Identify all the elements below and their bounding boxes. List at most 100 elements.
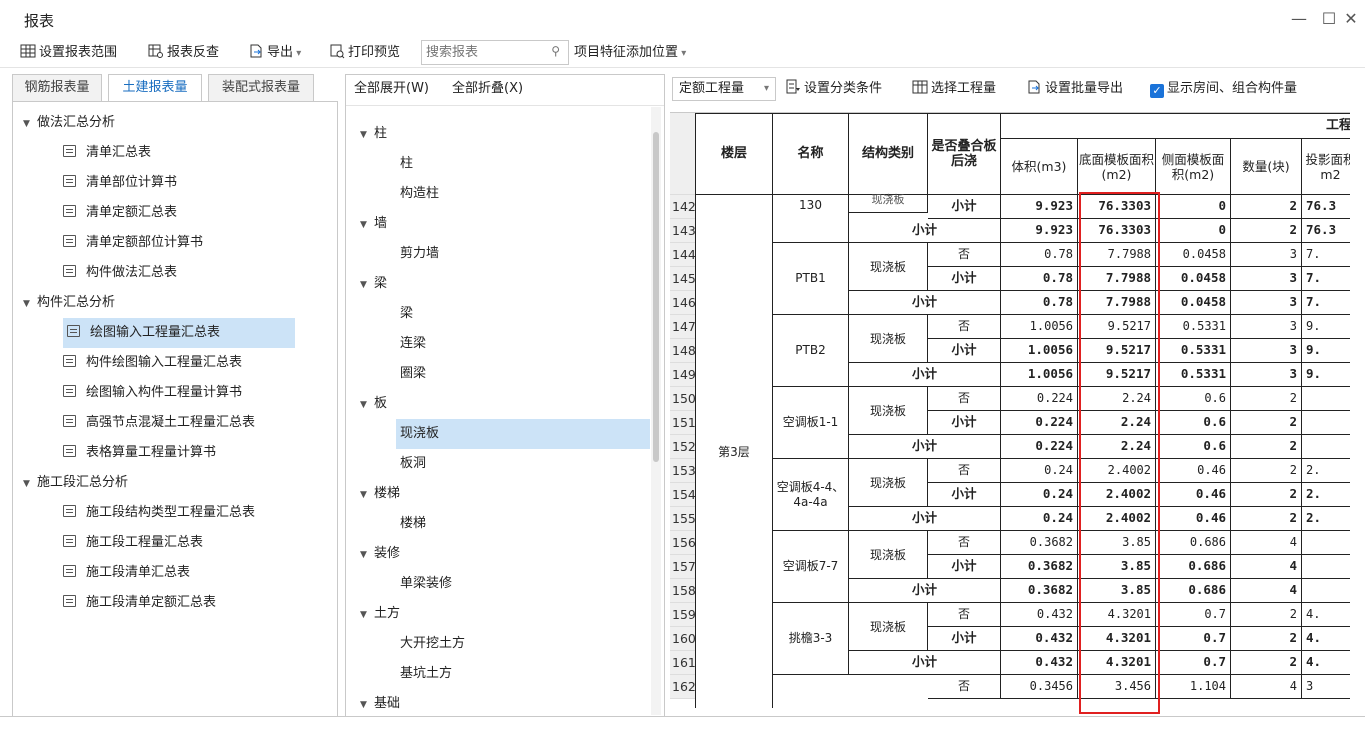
table-select-icon — [912, 80, 928, 94]
chevron-down-icon[interactable]: ▼ — [360, 540, 374, 570]
quantity-cell: 2 — [1231, 411, 1302, 435]
tree-item-report[interactable]: 构件做法汇总表 — [63, 258, 177, 288]
document-icon — [63, 355, 76, 367]
document-icon — [63, 535, 76, 547]
search-icon[interactable]: ⚲ — [551, 44, 560, 58]
component-group[interactable]: ▼ 柱 — [360, 119, 387, 149]
header-col-4: 体积(m3) — [1001, 139, 1078, 195]
tree-item-report[interactable]: 清单部位计算书 — [63, 168, 177, 198]
quantity-cell: 2 — [1231, 483, 1302, 507]
export-dropdown-icon[interactable]: ▾ — [293, 48, 301, 59]
side-formwork-cell: 0.46 — [1156, 507, 1231, 531]
set-range-label: 设置报表范围 — [39, 45, 118, 60]
quantity-cell: 4 — [1231, 555, 1302, 579]
tab-prefab[interactable]: 装配式报表量 — [208, 74, 314, 102]
print-preview-button[interactable]: 打印预览 — [329, 42, 400, 64]
component-label: 柱 — [374, 126, 388, 141]
side-formwork-cell: 0.46 — [1156, 483, 1231, 507]
set-category-button[interactable]: 设置分类条件 — [785, 78, 882, 100]
tree-group[interactable]: ▼ 构件汇总分析 — [23, 288, 115, 318]
volume-cell: 0.224 — [1001, 411, 1078, 435]
export-button[interactable]: 导出 ▾ — [248, 42, 301, 64]
chevron-down-icon[interactable]: ▼ — [360, 210, 374, 240]
report-search-input[interactable] — [422, 41, 540, 63]
component-group[interactable]: ▼ 墙 — [360, 209, 387, 239]
report-search-box[interactable]: ⚲ — [421, 40, 569, 65]
chevron-down-icon[interactable]: ▼ — [23, 289, 37, 319]
tree-item-report[interactable]: 高强节点混凝土工程量汇总表 — [63, 408, 255, 438]
tree-item-report[interactable]: 施工段工程量汇总表 — [63, 528, 203, 558]
chevron-down-icon[interactable]: ▼ — [23, 109, 37, 139]
tree-item-report[interactable]: 施工段结构类型工程量汇总表 — [63, 498, 255, 528]
tree-item-report[interactable]: 施工段清单定额汇总表 — [63, 588, 216, 618]
close-button[interactable]: ✕ — [1336, 6, 1365, 32]
table-search-icon — [148, 44, 163, 58]
batch-export-icon — [1028, 80, 1040, 94]
quota-dropdown[interactable]: 定额工程量 ▾ — [672, 77, 776, 101]
component-label: 剪力墙 — [400, 246, 440, 261]
component-item[interactable]: 构造柱 — [396, 179, 439, 209]
document-icon — [63, 205, 76, 217]
tree-item-report[interactable]: 构件绘图输入工程量汇总表 — [63, 348, 242, 378]
component-group[interactable]: ▼ 装修 — [360, 539, 400, 569]
subtotal-label-cell: 小计 — [849, 651, 1001, 675]
component-item[interactable]: 剪力墙 — [396, 239, 439, 269]
tree-group[interactable]: ▼ 施工段汇总分析 — [23, 468, 128, 498]
component-item[interactable]: 大开挖土方 — [396, 629, 465, 659]
side-formwork-cell: 0.7 — [1156, 627, 1231, 651]
check-icon[interactable]: ✓ — [1150, 84, 1164, 98]
collapse-all-button[interactable]: 全部折叠(X) — [452, 78, 523, 100]
tree-item-label: 绘图输入工程量汇总表 — [90, 325, 221, 340]
component-item[interactable]: 现浇板 — [396, 419, 650, 449]
projection-cell: 4. — [1302, 651, 1350, 675]
tree-item-report[interactable]: 施工段清单汇总表 — [63, 558, 190, 588]
batch-export-button[interactable]: 设置批量导出 — [1026, 78, 1123, 100]
component-tree-panel: 全部展开(W) 全部折叠(X) ▼ 柱柱构造柱 ▼ 墙剪力墙 ▼ 梁梁连梁 圈梁 ▼ 板现浇板板… — [345, 74, 665, 717]
select-quantity-button[interactable]: 选择工程量 — [912, 78, 996, 100]
tree-item-report[interactable]: 绘图输入构件工程量计算书 — [63, 378, 242, 408]
component-label: 单梁装修 — [400, 576, 453, 591]
set-range-button[interactable]: 设置报表范围 — [20, 42, 117, 64]
tree-item-label: 施工段清单定额汇总表 — [86, 595, 217, 610]
chevron-down-icon[interactable]: ▼ — [360, 600, 374, 630]
tree-item-report[interactable]: 清单汇总表 — [63, 138, 151, 168]
tab-civil[interactable]: 土建报表量 — [108, 74, 202, 102]
scroll-thumb[interactable] — [653, 132, 659, 462]
tree-item-report[interactable]: 绘图输入工程量汇总表 — [63, 318, 295, 348]
chevron-down-icon[interactable]: ▼ — [360, 120, 374, 150]
divider — [346, 105, 664, 106]
component-item[interactable]: 单梁装修 — [396, 569, 452, 599]
component-group[interactable]: ▼ 楼梯 — [360, 479, 400, 509]
component-group[interactable]: ▼ 梁 — [360, 269, 387, 299]
component-item[interactable]: 楼梯 — [396, 509, 426, 539]
chevron-down-icon[interactable]: ▼ — [360, 270, 374, 300]
component-item[interactable]: 圈梁 — [396, 359, 426, 389]
report-check-button[interactable]: 报表反查 — [148, 42, 219, 64]
minimize-button[interactable]: — — [1284, 6, 1314, 32]
tree-item-report[interactable]: 表格算量工程量计算书 — [63, 438, 216, 468]
tree-item-report[interactable]: 清单定额汇总表 — [63, 198, 177, 228]
expand-all-button[interactable]: 全部展开(W) — [354, 78, 429, 100]
component-item[interactable]: 板洞 — [396, 449, 426, 479]
chevron-down-icon[interactable]: ▼ — [360, 390, 374, 420]
tree-item-report[interactable]: 清单定额部位计算书 — [63, 228, 203, 258]
chevron-down-icon[interactable]: ▼ — [23, 469, 37, 499]
quantity-cell: 3 — [1231, 291, 1302, 315]
component-group[interactable]: ▼ 基础 — [360, 689, 400, 719]
component-group[interactable]: ▼ 土方 — [360, 599, 400, 629]
component-item[interactable]: 柱 — [396, 149, 413, 179]
component-item[interactable]: 连梁 — [396, 329, 426, 359]
component-group[interactable]: ▼ 板 — [360, 389, 387, 419]
component-item[interactable]: 梁 — [396, 299, 413, 329]
show-rooms-checkbox[interactable]: ✓ 显示房间、组合构件量 — [1150, 78, 1297, 100]
component-tree-scrollbar[interactable] — [651, 107, 661, 715]
feature-position-button[interactable]: 项目特征添加位置 ▾ — [574, 42, 686, 64]
component-item[interactable]: 基坑土方 — [396, 659, 452, 689]
row-number: 158 — [670, 579, 696, 603]
composite-flag-cell: 小计 — [928, 195, 1001, 219]
tab-rebar[interactable]: 钢筋报表量 — [12, 74, 102, 102]
projection-cell: 2. — [1302, 483, 1350, 507]
chevron-down-icon[interactable]: ▼ — [360, 480, 374, 510]
tree-group[interactable]: ▼ 做法汇总分析 — [23, 108, 115, 138]
side-formwork-cell: 1.104 — [1156, 675, 1231, 699]
